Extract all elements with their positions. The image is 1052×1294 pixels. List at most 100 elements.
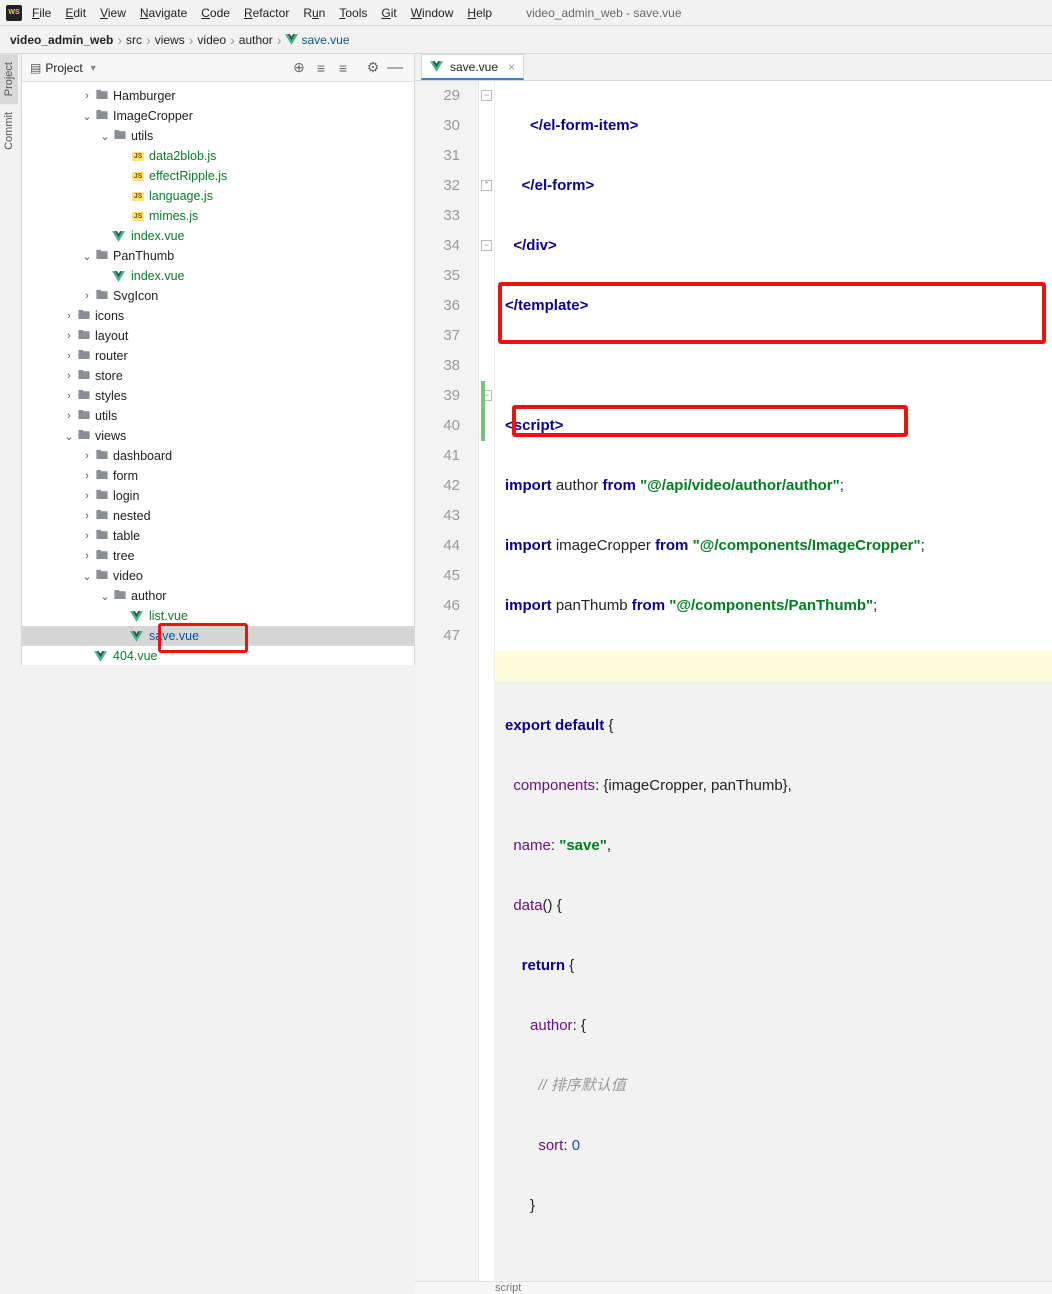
collapse-all-icon[interactable]: ≡: [332, 60, 354, 76]
js-icon: JS: [130, 188, 146, 204]
editor-body[interactable]: 29303132333435363738394041424344454647 −…: [415, 81, 1052, 1281]
crumb-views[interactable]: views: [155, 33, 185, 47]
hide-button[interactable]: —: [384, 63, 406, 73]
tree-item-layout[interactable]: ›🖿layout: [22, 326, 414, 346]
chevron-right-icon: ›: [189, 32, 194, 48]
menu-window[interactable]: WindowWindow: [411, 6, 454, 20]
project-tree[interactable]: ›🖿Hamburger ⌄🖿ImageCropper ⌄🖿utils ·JSda…: [22, 82, 414, 665]
tree-item-dashboard[interactable]: ›🖿dashboard: [22, 446, 414, 466]
menu-code[interactable]: CodeCode: [201, 6, 230, 20]
menu-tools[interactable]: ToolsTools: [339, 6, 367, 20]
tree-item-savevue[interactable]: ·save.vue: [22, 626, 414, 646]
window-title: video_admin_web - save.vue: [526, 6, 681, 20]
tree-item-mimes[interactable]: ·JSmimes.js: [22, 206, 414, 226]
vue-icon: [285, 34, 298, 45]
tree-item-tree[interactable]: ›🖿tree: [22, 546, 414, 566]
folder-icon: 🖿: [94, 448, 110, 464]
folder-icon: 🖿: [94, 548, 110, 564]
menu-file[interactable]: FFileile: [32, 6, 51, 20]
crumb-author[interactable]: author: [239, 33, 273, 47]
tree-item-icons[interactable]: ›🖿icons: [22, 306, 414, 326]
code-area[interactable]: </el-form-item> </el-form> </div> </temp…: [495, 81, 1052, 1281]
folder-icon: 🖿: [112, 588, 128, 604]
project-title-label: Project: [45, 61, 82, 75]
left-tool-strip: Project Commit: [0, 54, 22, 665]
crumb-root[interactable]: video_admin_web: [10, 33, 113, 47]
expand-all-icon[interactable]: ≡: [310, 60, 332, 76]
fold-minus-icon[interactable]: −: [481, 240, 492, 251]
chevron-right-icon: ›: [146, 32, 151, 48]
folder-icon: 🖿: [94, 508, 110, 524]
project-header: ▤ Project ▼ ⊕ ≡ ≡ ⚙ —: [22, 54, 414, 82]
vue-icon: [130, 628, 146, 644]
folder-icon: 🖿: [94, 88, 110, 104]
crumb-video[interactable]: video: [197, 33, 226, 47]
tree-item-views[interactable]: ⌄🖿views: [22, 426, 414, 446]
tree-item-data2blob[interactable]: ·JSdata2blob.js: [22, 146, 414, 166]
folder-icon: 🖿: [94, 568, 110, 584]
menu-view[interactable]: ViewView: [100, 6, 126, 20]
tree-item-index2[interactable]: ·index.vue: [22, 266, 414, 286]
tree-item-panthumb[interactable]: ⌄🖿PanThumb: [22, 246, 414, 266]
tool-commit[interactable]: Commit: [0, 104, 18, 158]
app-logo: WS: [6, 5, 22, 21]
tree-item-language[interactable]: ·JSlanguage.js: [22, 186, 414, 206]
folder-icon: 🖿: [94, 108, 110, 124]
close-icon[interactable]: ×: [508, 60, 515, 74]
folder-icon: 🖿: [76, 428, 92, 444]
js-icon: JS: [130, 148, 146, 164]
folder-icon: 🖿: [94, 488, 110, 504]
menu-refactor[interactable]: RefactorRefactor: [244, 6, 289, 20]
project-title[interactable]: ▤ Project ▼: [30, 61, 98, 75]
breadcrumb: video_admin_web › src › views › video › …: [0, 26, 1052, 54]
tree-item-hamburger[interactable]: ›🖿Hamburger: [22, 86, 414, 106]
tree-item-svgicon[interactable]: ›🖿SvgIcon: [22, 286, 414, 306]
crumb-src[interactable]: src: [126, 33, 142, 47]
menu-git[interactable]: GitGit: [381, 6, 396, 20]
tree-item-index1[interactable]: ·index.vue: [22, 226, 414, 246]
tree-item-utils[interactable]: ⌄🖿utils: [22, 126, 414, 146]
folder-icon: 🖿: [76, 348, 92, 364]
js-icon: JS: [130, 168, 146, 184]
folder-icon: 🖿: [94, 528, 110, 544]
menubar: WS FFileile EditEdit ViewView NavigateNa…: [0, 0, 1052, 26]
tree-item-author[interactable]: ⌄🖿author: [22, 586, 414, 606]
menu-navigate[interactable]: NavigateNavigate: [140, 6, 187, 20]
vcs-change-bar: [481, 381, 485, 441]
menu-run[interactable]: RunRun: [303, 6, 325, 20]
tree-item-styles[interactable]: ›🖿styles: [22, 386, 414, 406]
chevron-right-icon: ›: [230, 32, 235, 48]
gear-icon[interactable]: ⚙: [362, 59, 384, 76]
editor-breadcrumb[interactable]: script: [415, 1281, 1052, 1294]
tree-item-nested[interactable]: ›🖿nested: [22, 506, 414, 526]
tree-item-table[interactable]: ›🖿table: [22, 526, 414, 546]
crumb-file[interactable]: save.vue: [285, 33, 349, 47]
tree-item-login[interactable]: ›🖿login: [22, 486, 414, 506]
tree-item-video[interactable]: ⌄🖿video: [22, 566, 414, 586]
folder-icon: 🖿: [94, 248, 110, 264]
tree-item-utils2[interactable]: ›🖿utils: [22, 406, 414, 426]
tree-item-router[interactable]: ›🖿router: [22, 346, 414, 366]
folder-icon: 🖿: [94, 288, 110, 304]
tool-project[interactable]: Project: [0, 54, 18, 104]
tree-item-form[interactable]: ›🖿form: [22, 466, 414, 486]
menu-help[interactable]: HelpHelp: [467, 6, 492, 20]
tree-item-effectripple[interactable]: ·JSeffectRipple.js: [22, 166, 414, 186]
tree-item-store[interactable]: ›🖿store: [22, 366, 414, 386]
menu-edit[interactable]: EditEdit: [65, 6, 86, 20]
select-opened-file-icon[interactable]: ⊕: [288, 59, 310, 76]
fold-end-icon[interactable]: ⌃: [481, 180, 492, 191]
tree-item-404[interactable]: ·404.vue: [22, 646, 414, 665]
folder-icon: 🖿: [112, 128, 128, 144]
folder-icon: 🖿: [76, 408, 92, 424]
tree-item-listvue[interactable]: ·list.vue: [22, 606, 414, 626]
tab-label: save.vue: [450, 60, 498, 74]
js-icon: JS: [130, 208, 146, 224]
tab-save-vue[interactable]: save.vue ×: [421, 54, 524, 80]
chevron-down-icon: ▼: [89, 63, 98, 73]
fold-gutter[interactable]: − ⌃ − −: [479, 81, 495, 1281]
chevron-right-icon: ›: [277, 32, 282, 48]
fold-minus-icon[interactable]: −: [481, 90, 492, 101]
project-tool-window: ▤ Project ▼ ⊕ ≡ ≡ ⚙ — ›🖿Hamburger ⌄🖿Imag…: [22, 54, 415, 665]
tree-item-imagecropper[interactable]: ⌄🖿ImageCropper: [22, 106, 414, 126]
